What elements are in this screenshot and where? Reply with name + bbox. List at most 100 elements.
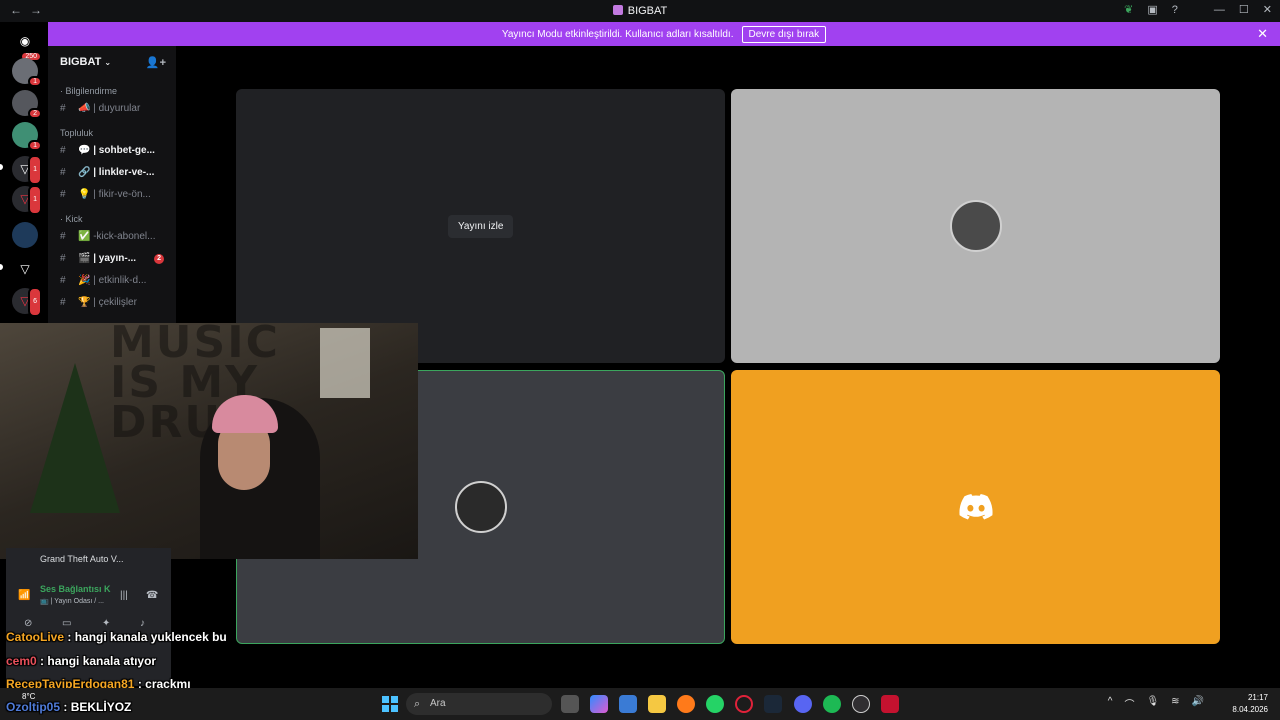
banner-text: Yayıncı Modu etkinleştirildi. Kullanıcı …: [501, 28, 734, 40]
volume-icon[interactable]: 🔊: [1192, 696, 1204, 711]
help-icon[interactable]: ?: [1172, 4, 1178, 16]
whatsapp-icon[interactable]: [706, 695, 724, 713]
channel-item[interactable]: # 🎬 | yayın-... 2: [48, 248, 176, 270]
start-button[interactable]: [382, 696, 398, 712]
chat-username: CatooLive: [6, 630, 65, 644]
clock[interactable]: 21:17 8.04.2026: [1232, 692, 1268, 716]
participant-avatar: [949, 200, 1002, 252]
taskbar: 8°C ⌕ Ara ^ ⌒ 🎙 ≋ 🔊 21:17 8.04.2026: [0, 688, 1280, 720]
server-badge: 1: [28, 155, 42, 185]
leaf-icon[interactable]: ❦: [1124, 3, 1133, 16]
chevron-up-icon[interactable]: ^: [1108, 696, 1113, 711]
app-icon[interactable]: [881, 695, 899, 713]
channel-name: 🎬 | yayın-...: [78, 253, 137, 264]
unread-pill: [0, 164, 3, 170]
server-header[interactable]: BIGBAT ⌄ 👤+: [48, 46, 176, 78]
home-button[interactable]: ◉ 250: [12, 28, 42, 62]
channel-name: 💡 | fikir-ve-ön...: [78, 189, 151, 200]
microphone-icon[interactable]: 🎙: [1146, 696, 1159, 711]
close-window-icon[interactable]: ✕: [1263, 3, 1272, 16]
channel-name: 🔗 | linkler-ve-...: [78, 167, 155, 178]
channel-item[interactable]: # 🏆 | çekilişler: [48, 292, 176, 314]
unread-pill: [0, 264, 3, 270]
channel-name: 🏆 | çekilişler: [78, 297, 137, 308]
soundboard-icon[interactable]: ♪: [140, 618, 145, 629]
discord-taskbar-icon[interactable]: [794, 695, 812, 713]
system-tray: ^ ⌒ 🎙 ≋ 🔊: [1108, 696, 1204, 711]
store-icon[interactable]: [619, 695, 637, 713]
wifi-icon[interactable]: ≋: [1171, 696, 1179, 711]
server-badge: 6: [28, 287, 42, 317]
hashtag-icon: #: [60, 275, 66, 286]
disable-streamer-mode-button[interactable]: Devre dışı bırak: [741, 25, 827, 43]
obs-icon[interactable]: [852, 695, 870, 713]
category-header[interactable]: Topluluk: [48, 126, 176, 140]
server-badge: 1: [28, 140, 42, 151]
screen-share-icon[interactable]: ▭: [62, 618, 71, 629]
noise-suppression-icon[interactable]: |||: [120, 590, 128, 601]
browser-icon[interactable]: [677, 695, 695, 713]
category-header[interactable]: · Bilgilendirme: [48, 84, 176, 98]
disconnect-icon[interactable]: ☎: [146, 590, 158, 601]
chat-line: CatooLive : hangi kanala yuklencek bu: [6, 630, 227, 644]
task-view-icon[interactable]: [561, 695, 579, 713]
server-badge: 1: [28, 76, 42, 87]
watch-stream-button[interactable]: Yayını izle: [448, 215, 514, 238]
spotify-icon[interactable]: [823, 695, 841, 713]
file-explorer-icon[interactable]: [648, 695, 666, 713]
search-icon: ⌕: [414, 698, 421, 710]
activities-icon[interactable]: ✦: [102, 618, 110, 629]
opera-icon[interactable]: [735, 695, 753, 713]
app-logo-icon: [612, 5, 623, 15]
server-icon[interactable]: 2: [12, 90, 42, 119]
server-icon[interactable]: [12, 222, 38, 248]
steam-icon[interactable]: [764, 695, 782, 713]
window-title-text: BIGBAT: [627, 5, 668, 17]
chat-username: cem0: [6, 654, 37, 668]
channel-item[interactable]: # ✅ -kick-abonel...: [48, 226, 176, 248]
hashtag-icon: #: [60, 189, 66, 200]
participant-tile[interactable]: [731, 370, 1220, 644]
server-icon[interactable]: 1: [12, 122, 42, 151]
channel-sidebar: BIGBAT ⌄ 👤+ · Bilgilendirme # 📣 | duyurul…: [48, 46, 176, 326]
maximize-icon[interactable]: ☐: [1239, 3, 1249, 16]
network-icon[interactable]: ⌒: [1124, 696, 1134, 711]
inbox-icon[interactable]: ▣: [1147, 3, 1157, 16]
chat-line: cem0 : hangi kanala atıyor: [6, 654, 156, 668]
clock-time: 21:17: [1247, 693, 1268, 702]
streamer-mode-banner: Yayıncı Modu etkinleştirildi. Kullanıcı …: [48, 22, 1280, 46]
server-name: BIGBAT: [60, 56, 102, 68]
game-activity: Grand Theft Auto V...: [40, 554, 124, 564]
server-icon[interactable]: ▽ 1: [12, 185, 42, 215]
discord-icon: ◉: [19, 34, 31, 48]
taskbar-search[interactable]: ⌕ Ara: [406, 693, 552, 715]
channel-name: 💬 | sohbet-ge...: [78, 145, 155, 156]
hashtag-icon: #: [60, 167, 66, 178]
minimize-icon[interactable]: —: [1214, 4, 1225, 16]
christmas-tree: [30, 363, 120, 513]
copilot-icon[interactable]: [590, 695, 608, 713]
server-icon[interactable]: 1: [12, 58, 42, 87]
close-banner-icon[interactable]: ✕: [1257, 26, 1268, 42]
server-icon[interactable]: ▽ 1: [12, 155, 42, 185]
channel-item[interactable]: # 🔗 | linkler-ve-...: [48, 162, 176, 184]
title-bar: ←→ BIGBAT ❦ ▣ ? — ☐ ✕: [0, 0, 1280, 22]
chat-message: : hangi kanala atıyor: [40, 654, 157, 668]
channel-item[interactable]: # 💡 | fikir-ve-ön...: [48, 184, 176, 206]
participant-avatar: [454, 481, 507, 533]
discord-logo-icon: [958, 494, 993, 520]
channel-item[interactable]: # 📣 | duyurular: [48, 98, 176, 120]
voice-channel-name[interactable]: 📺 | Yayın Odası / ...: [40, 597, 104, 605]
server-icon[interactable]: ▽: [12, 256, 38, 282]
channel-item[interactable]: # 🎉 | etkinlik-d...: [48, 270, 176, 292]
hashtag-icon: #: [60, 103, 66, 114]
category-header[interactable]: · Kick: [48, 212, 176, 226]
camera-off-icon[interactable]: ⊘: [24, 618, 32, 629]
channel-item[interactable]: # 💬 | sohbet-ge...: [48, 140, 176, 162]
server-icon[interactable]: ▽ 6: [12, 287, 42, 317]
invite-people-icon[interactable]: 👤+: [146, 56, 166, 69]
voice-connection-status[interactable]: Ses Bağlantısı K: [40, 584, 111, 594]
stream-tile[interactable]: Yayını izle: [236, 89, 725, 363]
chevron-down-icon: ⌄: [104, 57, 112, 67]
participant-tile[interactable]: [731, 89, 1220, 363]
